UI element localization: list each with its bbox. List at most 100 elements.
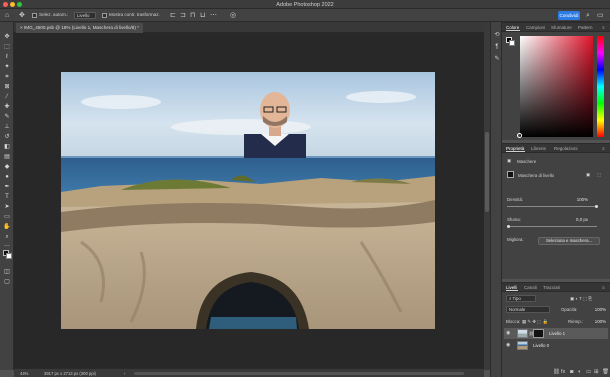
brush-tool-icon[interactable]: ✎ [3,113,11,121]
hand-tool-icon[interactable]: ✋ [3,223,11,231]
tab-librerie[interactable]: Librerie [531,145,546,152]
workspace-icon[interactable]: ▭ [597,11,604,20]
layer-name[interactable]: Livello 1 [549,331,565,336]
density-slider[interactable] [507,206,597,207]
delete-layer-icon[interactable]: 🗑 [602,369,609,375]
lock-icons[interactable]: ▦ ✎ ✥ ⬚ 🔒 [522,319,548,325]
color-panel-tabs: Colore Campioni Sfumature Pattern ≡ [502,23,610,32]
vector-mask-icon[interactable]: ⬚ [597,172,601,178]
scrollbar-thumb[interactable] [485,132,489,212]
tab-tracciati[interactable]: Tracciati [543,284,560,291]
distribute-icon[interactable]: ⋯ [210,11,217,20]
move-tool-icon[interactable]: ✥ [3,33,11,41]
search-icon[interactable]: ⌕ [586,11,590,20]
eraser-tool-icon[interactable]: ◧ [3,143,11,151]
history-icon[interactable]: ⟲ [494,32,500,38]
add-mask-icon[interactable]: ◙ [570,369,573,375]
home-icon[interactable]: ⌂ [5,11,9,20]
background-color-swatch[interactable] [6,253,12,259]
fill-value[interactable]: 100% [595,319,606,324]
opacity-label: Opacità: [561,307,578,312]
mini-background-swatch[interactable] [509,40,515,46]
align-right-icon[interactable]: ⊓ [190,11,195,20]
adjustment-layer-icon[interactable]: ◐ [578,369,581,375]
density-value[interactable]: 100% [577,197,588,202]
hue-slider[interactable] [597,36,604,137]
rectangle-tool-icon[interactable]: ▭ [3,213,11,221]
document-tab-title: IMG_4500.psb @ 18% (Livello 1, Maschera … [23,25,139,30]
tab-regolazioni[interactable]: Regolazioni [554,145,578,152]
tab-campioni[interactable]: Campioni [526,24,545,31]
zoom-level[interactable]: 44% [20,371,28,376]
magic-wand-tool-icon[interactable]: ✦ [3,63,11,71]
color-picker-cursor[interactable] [517,133,522,138]
show-transform-checkbox[interactable] [102,13,107,18]
density-slider-knob[interactable] [595,205,598,208]
layer-name[interactable]: Livello 0 [533,343,549,348]
screen-mode-icon[interactable]: ▢ [3,278,11,286]
layer-mask-thumbnail[interactable] [533,329,544,338]
align-center-icon[interactable]: ⊐ [180,11,186,20]
brush-settings-icon[interactable]: ✎ [494,56,500,62]
opacity-value[interactable]: 100% [595,307,606,312]
layer-filter-dropdown[interactable]: ⌕ Tipo [506,295,536,302]
auto-select-dropdown[interactable]: Livello [74,12,96,19]
stamp-tool-icon[interactable]: ⊥ [3,123,11,131]
gradient-tool-icon[interactable]: ▤ [3,153,11,161]
pixel-mask-icon[interactable]: ▣ [586,172,590,178]
panel-menu-icon[interactable]: ≡ [602,284,605,291]
3d-mode-icon[interactable]: ◎ [230,11,236,20]
feather-value[interactable]: 0,0 px [576,217,588,222]
share-button[interactable]: Condividi [558,11,580,20]
path-select-tool-icon[interactable]: ➤ [3,203,11,211]
link-layers-icon[interactable]: ⛓ [553,369,560,375]
move-tool-icon[interactable]: ✥ [19,11,25,20]
feather-slider[interactable] [507,226,597,227]
lasso-tool-icon[interactable]: ℓ [3,53,11,61]
align-left-icon[interactable]: ⊏ [170,11,176,20]
dodge-tool-icon[interactable]: ● [3,173,11,181]
paragraph-icon[interactable]: ¶ [494,44,500,50]
color-picker-field[interactable] [520,36,593,137]
new-group-icon[interactable]: ▭ [586,369,591,375]
history-brush-tool-icon[interactable]: ↺ [3,133,11,141]
filter-icons[interactable]: ▣ ◐ T ⬚ ⎘ [570,296,592,302]
zoom-tool-icon[interactable]: ⌕ [3,233,11,241]
visibility-eye-icon[interactable]: ◉ [506,342,510,348]
tab-canali[interactable]: Canali [524,284,537,291]
new-layer-icon[interactable]: ⊞ [594,369,599,375]
tab-pattern[interactable]: Pattern [578,24,593,31]
quick-mask-icon[interactable]: ◫ [3,268,11,276]
align-top-icon[interactable]: ⊔ [200,11,205,20]
visibility-eye-icon[interactable]: ◉ [506,330,510,336]
pen-tool-icon[interactable]: ✒ [3,183,11,191]
status-bar: 44% 3917 px x 2713 px (300 ppi) › [14,368,484,377]
healing-tool-icon[interactable]: ✚ [3,103,11,111]
panel-menu-icon[interactable]: ≡ [602,145,605,152]
tab-sfumature[interactable]: Sfumature [551,24,572,31]
layer-style-icon[interactable]: fx [561,369,565,375]
active-tab-underline [506,151,525,152]
auto-select-checkbox[interactable] [32,13,37,18]
feather-slider-knob[interactable] [507,225,510,228]
select-and-mask-button[interactable]: Seleziona e maschera... [538,237,600,245]
eyedropper-tool-icon[interactable]: ⁄ [3,93,11,101]
crop-tool-icon[interactable]: ⌗ [3,73,11,81]
more-tools-icon[interactable]: … [3,241,11,249]
type-tool-icon[interactable]: T [3,193,11,201]
blur-tool-icon[interactable]: ◆ [3,163,11,171]
status-menu-icon[interactable]: › [124,371,125,376]
layer-row-livello-0[interactable]: ◉ Livello 0 [504,340,608,351]
canvas-area[interactable] [14,33,484,368]
frame-tool-icon[interactable]: ⊠ [3,83,11,91]
show-transform-label: Mostra contr. trasformaz. [109,12,160,17]
document-tab[interactable]: × IMG_4500.psb @ 18% (Livello 1, Mascher… [16,23,143,33]
layer-thumbnail [517,341,528,350]
panel-menu-icon[interactable]: ≡ [602,24,605,31]
layer-row-livello-1[interactable]: ◉ ⛓ Livello 1 [504,328,608,339]
canvas-horizontal-scrollbar[interactable] [134,372,464,375]
document-image[interactable] [61,72,435,329]
marquee-tool-icon[interactable]: ⬚ [3,43,11,51]
options-bar: ⌂ ✥ Selez. autom.: Livello Mostra contr.… [0,9,610,22]
blend-mode-dropdown[interactable]: Normale [506,306,550,313]
